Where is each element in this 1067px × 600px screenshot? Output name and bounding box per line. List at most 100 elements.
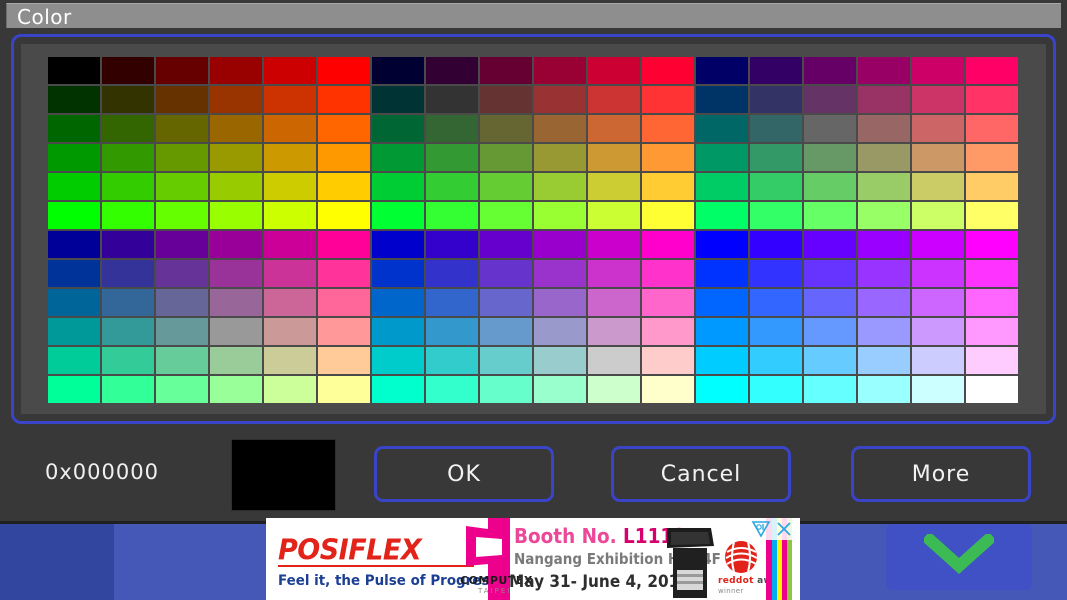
color-swatch[interactable]	[48, 86, 100, 113]
color-swatch[interactable]	[642, 173, 694, 200]
color-swatch[interactable]	[372, 231, 424, 258]
color-swatch[interactable]	[372, 347, 424, 374]
color-swatch[interactable]	[156, 376, 208, 403]
color-swatch[interactable]	[804, 376, 856, 403]
color-swatch[interactable]	[372, 376, 424, 403]
color-swatch[interactable]	[858, 347, 910, 374]
color-swatch[interactable]	[642, 318, 694, 345]
color-swatch[interactable]	[318, 260, 370, 287]
color-swatch[interactable]	[426, 57, 478, 84]
color-swatch[interactable]	[804, 57, 856, 84]
color-swatch[interactable]	[912, 144, 964, 171]
color-swatch[interactable]	[210, 57, 262, 84]
color-swatch[interactable]	[372, 115, 424, 142]
color-swatch[interactable]	[156, 289, 208, 316]
color-swatch[interactable]	[696, 115, 748, 142]
color-swatch[interactable]	[696, 202, 748, 229]
color-swatch[interactable]	[858, 318, 910, 345]
color-swatch[interactable]	[156, 144, 208, 171]
color-swatch[interactable]	[750, 376, 802, 403]
color-swatch[interactable]	[264, 115, 316, 142]
color-swatch[interactable]	[102, 57, 154, 84]
color-swatch[interactable]	[480, 202, 532, 229]
color-swatch[interactable]	[156, 86, 208, 113]
color-swatch[interactable]	[588, 173, 640, 200]
color-swatch[interactable]	[102, 376, 154, 403]
color-swatch[interactable]	[48, 173, 100, 200]
adchoices-icon[interactable]	[751, 520, 771, 538]
color-swatch[interactable]	[534, 173, 586, 200]
color-swatch[interactable]	[588, 115, 640, 142]
color-swatch[interactable]	[858, 260, 910, 287]
color-swatch[interactable]	[156, 347, 208, 374]
color-swatch[interactable]	[966, 202, 1018, 229]
color-swatch[interactable]	[156, 173, 208, 200]
color-swatch[interactable]	[426, 289, 478, 316]
cancel-button[interactable]: Cancel	[611, 446, 791, 502]
color-swatch[interactable]	[804, 202, 856, 229]
color-swatch[interactable]	[102, 347, 154, 374]
color-swatch[interactable]	[534, 231, 586, 258]
color-swatch[interactable]	[534, 86, 586, 113]
color-swatch[interactable]	[534, 115, 586, 142]
color-swatch[interactable]	[858, 115, 910, 142]
color-swatch[interactable]	[48, 289, 100, 316]
ad-choices-container[interactable]	[746, 518, 798, 540]
color-swatch[interactable]	[318, 231, 370, 258]
color-swatch[interactable]	[858, 173, 910, 200]
color-swatch[interactable]	[912, 376, 964, 403]
color-swatch[interactable]	[642, 231, 694, 258]
color-swatch[interactable]	[534, 347, 586, 374]
close-icon[interactable]	[774, 520, 794, 538]
color-swatch[interactable]	[966, 376, 1018, 403]
color-swatch[interactable]	[318, 144, 370, 171]
color-swatch[interactable]	[210, 86, 262, 113]
color-swatch[interactable]	[642, 115, 694, 142]
color-swatch[interactable]	[588, 318, 640, 345]
color-swatch[interactable]	[642, 57, 694, 84]
color-swatch[interactable]	[966, 86, 1018, 113]
color-swatch[interactable]	[426, 202, 478, 229]
color-swatch[interactable]	[48, 231, 100, 258]
color-swatch[interactable]	[804, 231, 856, 258]
color-swatch[interactable]	[372, 173, 424, 200]
color-swatch[interactable]	[966, 173, 1018, 200]
color-swatch[interactable]	[750, 202, 802, 229]
color-swatch[interactable]	[804, 318, 856, 345]
color-swatch[interactable]	[750, 289, 802, 316]
color-swatch[interactable]	[858, 376, 910, 403]
color-swatch[interactable]	[48, 347, 100, 374]
color-swatch[interactable]	[642, 202, 694, 229]
color-swatch[interactable]	[480, 289, 532, 316]
color-swatch[interactable]	[264, 57, 316, 84]
color-swatch[interactable]	[426, 376, 478, 403]
color-swatch[interactable]	[318, 86, 370, 113]
color-swatch[interactable]	[48, 376, 100, 403]
color-swatch[interactable]	[588, 86, 640, 113]
color-swatch[interactable]	[426, 260, 478, 287]
color-swatch[interactable]	[588, 144, 640, 171]
color-swatch[interactable]	[966, 231, 1018, 258]
color-swatch[interactable]	[372, 144, 424, 171]
color-swatch[interactable]	[534, 289, 586, 316]
color-swatch[interactable]	[750, 318, 802, 345]
color-swatch[interactable]	[102, 115, 154, 142]
color-swatch[interactable]	[588, 260, 640, 287]
color-swatch[interactable]	[912, 57, 964, 84]
color-swatch[interactable]	[966, 347, 1018, 374]
color-swatch[interactable]	[912, 260, 964, 287]
color-swatch[interactable]	[642, 260, 694, 287]
color-swatch[interactable]	[480, 231, 532, 258]
color-swatch[interactable]	[750, 115, 802, 142]
color-swatch[interactable]	[48, 260, 100, 287]
color-swatch[interactable]	[102, 202, 154, 229]
color-swatch[interactable]	[480, 318, 532, 345]
color-swatch[interactable]	[912, 173, 964, 200]
color-swatch[interactable]	[804, 260, 856, 287]
color-swatch[interactable]	[480, 57, 532, 84]
color-swatch[interactable]	[102, 318, 154, 345]
color-swatch[interactable]	[750, 144, 802, 171]
color-swatch[interactable]	[804, 289, 856, 316]
color-swatch[interactable]	[534, 376, 586, 403]
color-swatch[interactable]	[696, 231, 748, 258]
